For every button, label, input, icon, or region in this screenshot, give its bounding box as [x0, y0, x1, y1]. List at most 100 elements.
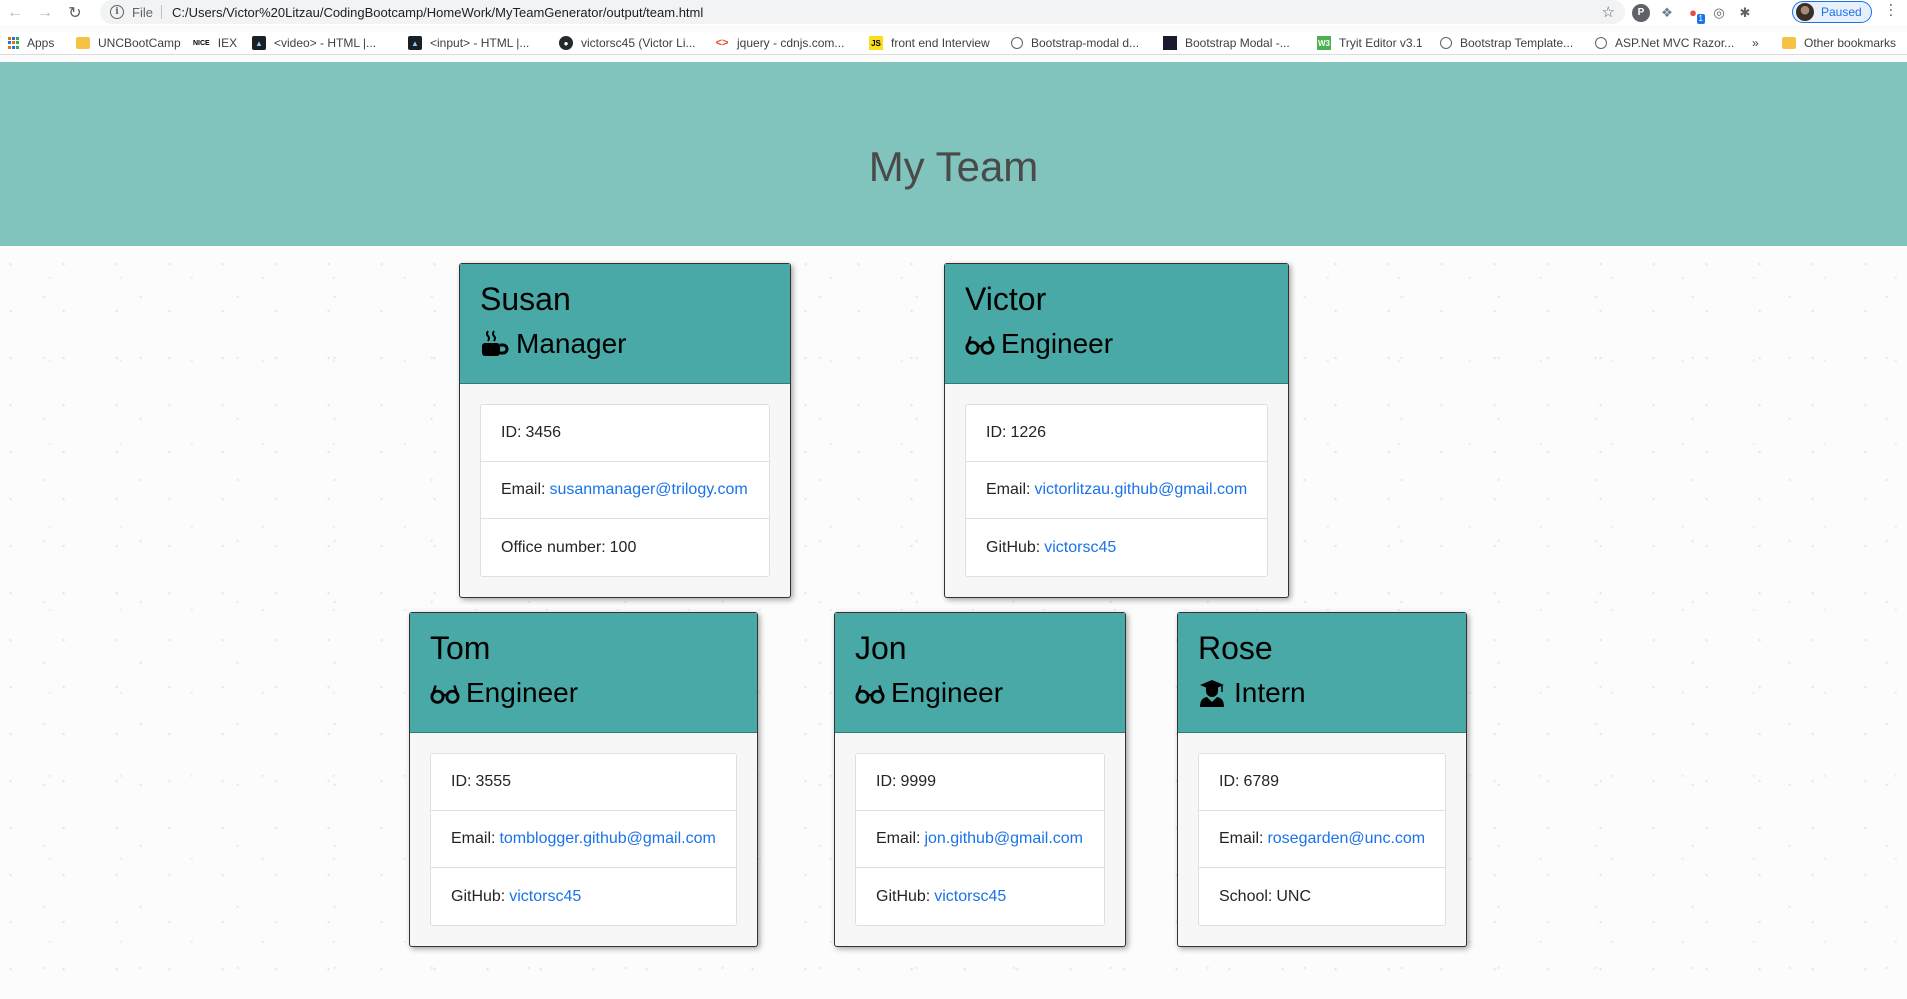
id-value: 6789: [1243, 773, 1280, 790]
bootstrap-icon: [1163, 36, 1177, 50]
bookmark-label: Bootstrap Template...: [1460, 36, 1574, 50]
profile-button[interactable]: Paused: [1792, 1, 1872, 23]
bookmark-video-html[interactable]: ▲ <video> - HTML |...: [252, 36, 376, 50]
menu-dots-icon[interactable]: …: [1885, 2, 1903, 16]
bookmark-github[interactable]: ● victorsc45 (Victor Li...: [559, 36, 695, 50]
mdn-icon: ▲: [252, 36, 266, 50]
folder-icon: [1782, 37, 1796, 49]
list-item-id: ID: 3555: [431, 754, 736, 811]
code-icon: <>: [715, 37, 729, 49]
email-label: Email:: [986, 481, 1031, 498]
employee-role: Engineer: [855, 673, 1105, 713]
omnibox-divider: [160, 5, 162, 19]
bookmark-tryit[interactable]: W3 Tryit Editor v3.1: [1317, 36, 1423, 50]
details-list: ID: 3456 Email: susanmanager@trilogy.com…: [480, 404, 770, 577]
office-value: 100: [609, 538, 637, 556]
tryit-icon: W3: [1317, 36, 1331, 50]
extension-circle-icon[interactable]: ◎: [1710, 4, 1728, 22]
pinterest-icon[interactable]: P: [1632, 3, 1650, 22]
employee-name: Susan: [480, 281, 571, 317]
card-header: Rose Intern: [1178, 613, 1466, 733]
bookmark-label: ASP.Net MVC Razor...: [1615, 36, 1735, 50]
github-icon: ●: [559, 36, 573, 50]
bookmark-bootstrap-modal[interactable]: Bootstrap Modal -...: [1163, 36, 1290, 50]
card-header: Victor Engineer: [945, 264, 1288, 384]
school-label: School:: [1219, 887, 1273, 905]
employee-role: Engineer: [430, 673, 737, 713]
email-link[interactable]: jon.github@gmail.com: [924, 830, 1083, 848]
bookmark-label: <video> - HTML |...: [274, 36, 377, 50]
card-body: ID: 3456 Email: susanmanager@trilogy.com…: [460, 384, 790, 597]
email-link[interactable]: victorlitzau.github@gmail.com: [1034, 481, 1247, 499]
info-icon[interactable]: i: [110, 5, 124, 19]
id-label: ID:: [986, 424, 1007, 441]
github-label: GitHub:: [986, 538, 1041, 556]
github-link[interactable]: victorsc45: [1044, 539, 1116, 557]
user-graduate-icon: [1198, 679, 1228, 707]
email-label: Email:: [501, 481, 546, 498]
glasses-icon: [430, 679, 460, 707]
forward-arrow-icon[interactable]: →: [30, 0, 60, 25]
folder-icon: [76, 37, 90, 49]
list-item-id: ID: 1226: [966, 405, 1267, 462]
employee-card: Victor Engineer ID: 1226 Email: victorli…: [944, 263, 1289, 598]
dropbox-icon[interactable]: ❖: [1658, 4, 1676, 22]
bookmarks-bar: Apps UNCBootCamp NICE IEX ▲ <video> - HT…: [0, 32, 1907, 55]
bookmark-input-html[interactable]: ▲ <input> - HTML |...: [408, 36, 529, 50]
employee-card: Jon Engineer ID: 9999 Email: jon.github@…: [834, 612, 1126, 947]
bookmark-other[interactable]: Other bookmarks: [1782, 36, 1896, 50]
email-link[interactable]: tomblogger.github@gmail.com: [499, 830, 715, 848]
role-label: Manager: [516, 328, 627, 359]
employee-name: Rose: [1198, 630, 1273, 666]
mdn-icon: ▲: [408, 36, 422, 50]
bookmark-front-end[interactable]: JS front end Interview: [869, 36, 990, 50]
browser-toolbar: ← → ↻ i File C:/Users/Victor%20Litzau/Co…: [0, 0, 1907, 25]
github-link[interactable]: victorsc45: [509, 888, 581, 906]
email-label: Email:: [1219, 830, 1264, 847]
apps-icon: [7, 37, 19, 49]
office-label: Office number:: [501, 538, 606, 556]
extension-badge-icon[interactable]: ● 1: [1684, 4, 1705, 24]
card-body: ID: 1226 Email: victorlitzau.github@gmai…: [945, 384, 1288, 597]
bookmark-label: Other bookmarks: [1804, 36, 1897, 50]
github-label: GitHub:: [876, 887, 931, 905]
list-item-school: School: UNC: [1199, 868, 1445, 925]
list-item-github: GitHub: victorsc45: [966, 519, 1267, 576]
bookmark-bootstrap-template[interactable]: Bootstrap Template...: [1440, 36, 1573, 50]
bookmark-apps[interactable]: Apps: [7, 36, 54, 50]
url-text[interactable]: C:/Users/Victor%20Litzau/CodingBootcamp/…: [172, 5, 703, 20]
bookmark-star-icon[interactable]: ☆: [1602, 3, 1615, 21]
github-link[interactable]: victorsc45: [934, 888, 1006, 906]
email-label: Email:: [451, 830, 496, 847]
reload-icon[interactable]: ↻: [60, 0, 90, 25]
email-link[interactable]: rosegarden@unc.com: [1267, 830, 1425, 848]
puzzle-icon[interactable]: ✱: [1736, 4, 1754, 22]
email-label: Email:: [876, 830, 921, 847]
details-list: ID: 6789 Email: rosegarden@unc.com Schoo…: [1198, 753, 1446, 926]
back-arrow-icon[interactable]: ←: [0, 0, 30, 25]
list-item-id: ID: 3456: [481, 405, 769, 462]
bookmark-aspnet[interactable]: ASP.Net MVC Razor...: [1595, 36, 1734, 50]
id-label: ID:: [1219, 773, 1240, 790]
details-list: ID: 9999 Email: jon.github@gmail.com Git…: [855, 753, 1105, 926]
bookmark-label: UNCBootCamp: [98, 36, 181, 50]
employee-card: Tom Engineer ID: 3555 Email: tomblogger.…: [409, 612, 758, 947]
list-item-github: GitHub: victorsc45: [431, 868, 736, 925]
address-bar[interactable]: i File C:/Users/Victor%20Litzau/CodingBo…: [100, 0, 1625, 24]
page-title: My Team: [868, 142, 1039, 190]
bookmark-jquery[interactable]: <> jquery - cdnjs.com...: [715, 36, 845, 50]
bookmark-uncbootcamp[interactable]: UNCBootCamp: [76, 36, 181, 50]
page-content: My Team Susan Manager ID: 3456 Email: su…: [0, 62, 1907, 999]
id-label: ID:: [501, 424, 522, 441]
email-link[interactable]: susanmanager@trilogy.com: [549, 481, 747, 499]
profile-status: Paused: [1821, 5, 1862, 19]
id-value: 1226: [1010, 424, 1047, 441]
list-item-id: ID: 6789: [1199, 754, 1445, 811]
bookmark-bootstrap-modal-d[interactable]: Bootstrap-modal d...: [1011, 36, 1139, 50]
bookmark-iex[interactable]: NICE IEX: [193, 36, 237, 50]
employee-role: Engineer: [965, 324, 1268, 364]
card-header: Tom Engineer: [410, 613, 757, 733]
glasses-icon: [855, 679, 885, 707]
bookmark-label: Bootstrap Modal -...: [1185, 36, 1290, 50]
bookmarks-overflow-button[interactable]: »: [1752, 36, 1759, 50]
